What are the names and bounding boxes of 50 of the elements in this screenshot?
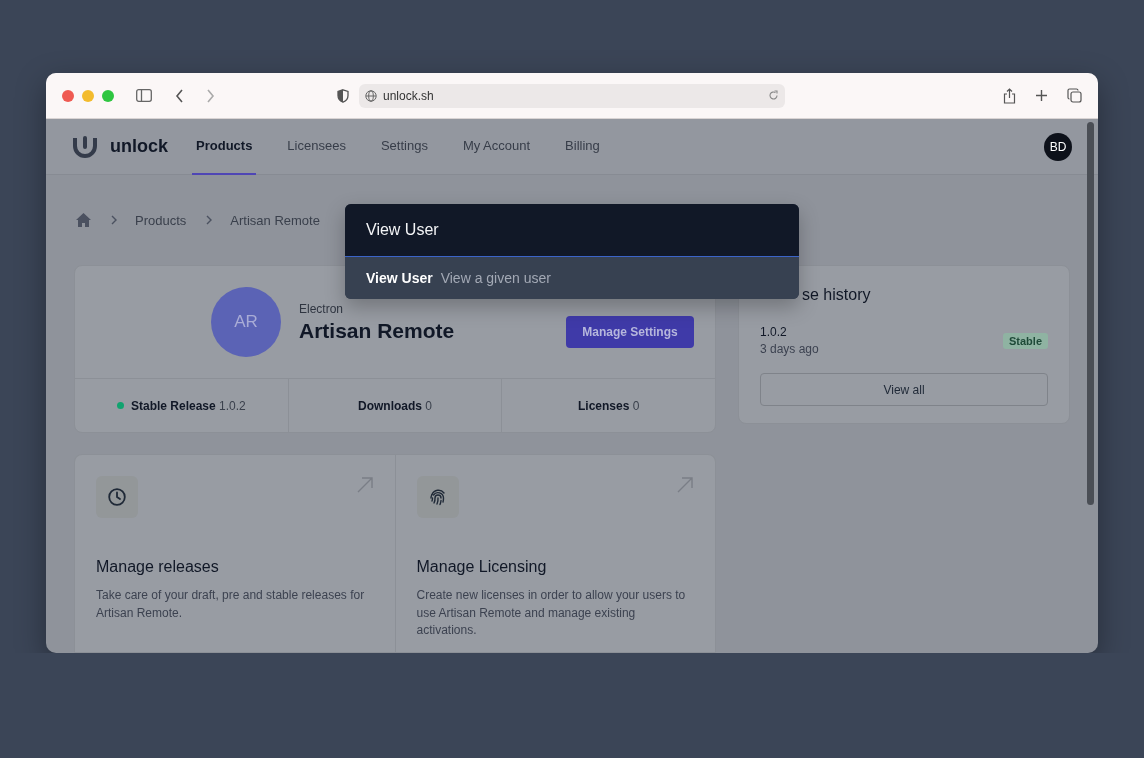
product-avatar: AR bbox=[211, 287, 281, 357]
command-result[interactable]: View User View a given user bbox=[345, 257, 799, 299]
nav-tab[interactable]: Products bbox=[192, 119, 257, 175]
stat-text: Stable Release 1.0.2 bbox=[130, 398, 246, 413]
clock-icon bbox=[108, 488, 126, 506]
new-tab-icon[interactable] bbox=[1035, 89, 1048, 102]
stat-text: Downloads 0 bbox=[358, 398, 432, 413]
action-description: Take care of your draft, pre and stable releases for Artisan Remote. bbox=[96, 587, 366, 622]
action-title[interactable]: Manage Licensing bbox=[416, 558, 694, 576]
user-avatar[interactable]: BD bbox=[1044, 132, 1072, 161]
minimize-window-button[interactable] bbox=[82, 89, 94, 102]
back-icon[interactable] bbox=[175, 88, 184, 103]
action-title[interactable]: Manage releases bbox=[96, 558, 374, 576]
nav-tab[interactable]: My Account bbox=[458, 119, 535, 175]
breadcrumb-link[interactable]: Products bbox=[135, 212, 187, 228]
reload-icon[interactable] bbox=[768, 90, 779, 101]
command-search-field[interactable]: View User bbox=[345, 204, 799, 257]
address-field[interactable]: unlock.sh bbox=[359, 83, 785, 108]
shield-icon[interactable] bbox=[337, 88, 349, 103]
manage-settings-button[interactable]: Manage Settings bbox=[566, 316, 694, 348]
scrollbar-thumb[interactable] bbox=[1087, 122, 1094, 505]
chevron-icon bbox=[206, 215, 213, 225]
view-all-button[interactable]: View all bbox=[760, 373, 1048, 406]
tabs-icon[interactable] bbox=[1067, 88, 1082, 103]
product-category: Electron bbox=[299, 301, 345, 316]
breadcrumb-link[interactable]: Artisan Remote bbox=[230, 212, 320, 228]
stat-text: Licenses 0 bbox=[578, 398, 640, 413]
chevron-icon bbox=[111, 215, 117, 225]
zoom-window-button[interactable] bbox=[102, 89, 114, 102]
close-window-button[interactable] bbox=[62, 89, 74, 102]
home-icon[interactable] bbox=[76, 213, 91, 227]
release-time: 3 days ago bbox=[760, 342, 819, 356]
url-text: unlock.sh bbox=[383, 88, 435, 103]
logo-icon bbox=[72, 135, 98, 158]
globe-icon bbox=[365, 89, 377, 102]
brand-name: unlock bbox=[110, 136, 168, 157]
arrow-icon[interactable] bbox=[677, 477, 693, 493]
nav-tab[interactable]: Licensees bbox=[283, 119, 350, 175]
sidebar-icon[interactable] bbox=[136, 89, 152, 102]
fingerprint-icon bbox=[428, 488, 447, 506]
release-version: 1.0.2 bbox=[760, 325, 788, 339]
nav-tab[interactable]: Settings bbox=[376, 119, 432, 175]
card-title: se history bbox=[801, 286, 872, 304]
product-name: Artisan Remote bbox=[299, 318, 455, 343]
nav-tab[interactable]: Billing bbox=[561, 119, 604, 175]
action-description: Create new licenses in order to allow your users to use Artisan Remote and manage existing activations. bbox=[416, 587, 687, 639]
forward-icon[interactable] bbox=[206, 88, 215, 103]
share-icon[interactable] bbox=[1003, 87, 1016, 104]
release-badge: Stable bbox=[1003, 332, 1048, 349]
arrow-icon[interactable] bbox=[356, 477, 373, 493]
